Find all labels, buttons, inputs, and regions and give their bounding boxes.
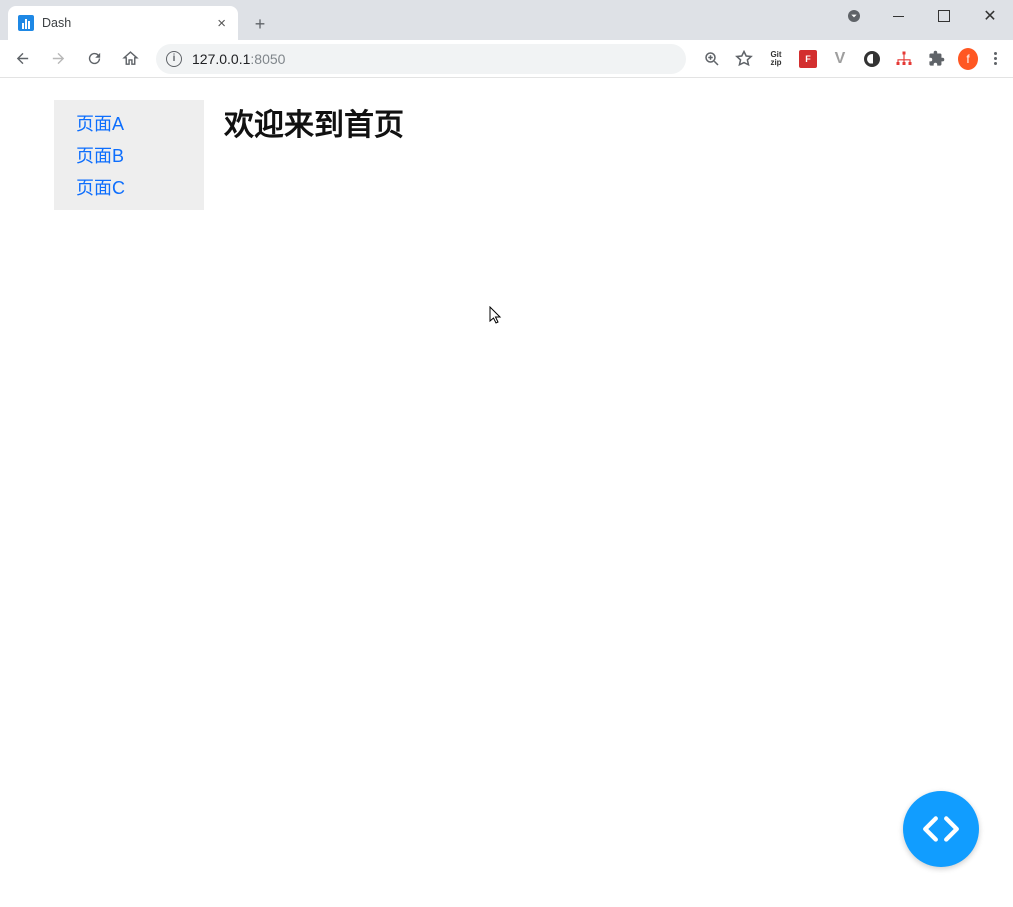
- vue-extension-icon[interactable]: V: [830, 49, 850, 69]
- forward-button[interactable]: [42, 44, 74, 74]
- browser-tabbar: Dash × + ✕: [0, 0, 1013, 40]
- zoom-icon[interactable]: [702, 49, 722, 69]
- sidebar-link-page-b[interactable]: 页面B: [76, 142, 204, 168]
- new-tab-button[interactable]: +: [246, 10, 274, 38]
- close-tab-icon[interactable]: ×: [215, 15, 228, 32]
- sitemap-extension-icon[interactable]: [894, 49, 914, 69]
- site-info-icon[interactable]: i: [166, 51, 182, 67]
- gitzip-extension-icon[interactable]: Git zip: [766, 49, 786, 69]
- address-bar[interactable]: i 127.0.0.1:8050: [156, 44, 686, 74]
- window-minimize-button[interactable]: [875, 0, 921, 32]
- globe-extension-icon[interactable]: [862, 49, 882, 69]
- window-controls: ✕: [833, 0, 1013, 32]
- page-content: 欢迎来到首页: [224, 100, 404, 210]
- tab-title: Dash: [42, 16, 207, 30]
- code-icon: [920, 808, 962, 850]
- sidebar-nav: 页面A 页面B 页面C: [54, 100, 204, 210]
- dash-devtools-button[interactable]: [903, 791, 979, 867]
- url-text: 127.0.0.1:8050: [192, 51, 285, 67]
- sidebar-link-page-a[interactable]: 页面A: [76, 110, 204, 136]
- toolbar-extensions: Git zip F V f: [696, 48, 1007, 69]
- window-maximize-button[interactable]: [921, 0, 967, 32]
- back-button[interactable]: [6, 44, 38, 74]
- reload-button[interactable]: [78, 44, 110, 74]
- mouse-cursor-icon: [489, 306, 503, 326]
- browser-tab[interactable]: Dash ×: [8, 6, 238, 40]
- dash-app-root: 页面A 页面B 页面C 欢迎来到首页: [0, 78, 1013, 210]
- window-close-button[interactable]: ✕: [967, 0, 1013, 32]
- tab-search-icon[interactable]: [833, 0, 875, 32]
- profile-avatar[interactable]: f: [958, 49, 978, 69]
- page-heading: 欢迎来到首页: [224, 100, 404, 144]
- bookmark-star-icon[interactable]: [734, 49, 754, 69]
- home-button[interactable]: [114, 44, 146, 74]
- browser-menu-icon[interactable]: [990, 48, 1001, 69]
- browser-toolbar: i 127.0.0.1:8050 Git zip F V f: [0, 40, 1013, 78]
- tab-favicon-chart-icon: [18, 15, 34, 31]
- extensions-button-icon[interactable]: [926, 49, 946, 69]
- sidebar-link-page-c[interactable]: 页面C: [76, 174, 204, 200]
- pdf-extension-icon[interactable]: F: [798, 49, 818, 69]
